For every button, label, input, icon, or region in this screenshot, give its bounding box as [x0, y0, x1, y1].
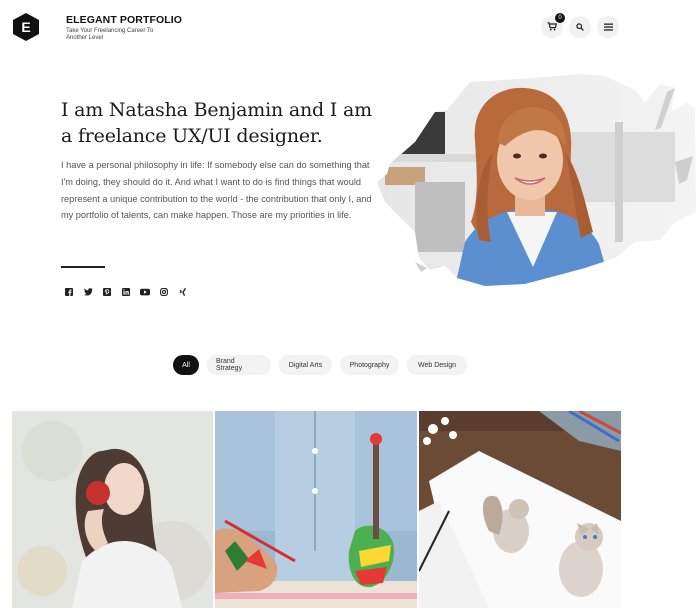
filter-all[interactable]: All [173, 355, 199, 375]
portfolio-filter-tabs: All Brand Strategy Digital Arts Photogra… [173, 355, 467, 375]
cart-button[interactable]: 0 [541, 13, 565, 38]
site-title[interactable]: ELEGANT PORTFOLIO [66, 14, 182, 26]
hero-portrait-image [375, 72, 696, 287]
divider [61, 266, 105, 268]
portfolio-item-watercolor-portrait[interactable] [12, 411, 213, 608]
search-button[interactable] [569, 16, 591, 38]
xing-icon[interactable] [178, 287, 188, 297]
instagram-icon[interactable] [159, 287, 169, 297]
social-links [64, 287, 188, 297]
linkedin-icon[interactable] [121, 287, 131, 297]
brand: ELEGANT PORTFOLIO Take Your Freelancing … [66, 14, 182, 42]
facebook-icon[interactable] [64, 287, 74, 297]
svg-text:E: E [21, 19, 30, 35]
portfolio-item-animal-sketches[interactable] [419, 411, 621, 608]
menu-icon [603, 18, 613, 36]
logo[interactable]: E [12, 12, 40, 42]
filter-web-design[interactable]: Web Design [407, 355, 467, 375]
filter-digital-arts[interactable]: Digital Arts [279, 355, 332, 375]
hero-title: I am Natasha Benjamin and I am a freelan… [61, 99, 372, 147]
portfolio-item-painting-hands[interactable] [215, 411, 417, 608]
twitter-icon[interactable] [83, 287, 93, 297]
site-tagline: Take Your Freelancing Career To Another … [66, 28, 154, 41]
cart-count-badge: 0 [555, 13, 565, 23]
pinterest-icon[interactable] [102, 287, 112, 297]
search-icon [576, 18, 584, 36]
hero-description: I have a personal philosophy in life: If… [61, 160, 372, 221]
youtube-icon[interactable] [140, 287, 150, 297]
filter-brand-strategy[interactable]: Brand Strategy [207, 355, 271, 375]
menu-button[interactable] [597, 16, 619, 38]
filter-photography[interactable]: Photography [340, 355, 399, 375]
